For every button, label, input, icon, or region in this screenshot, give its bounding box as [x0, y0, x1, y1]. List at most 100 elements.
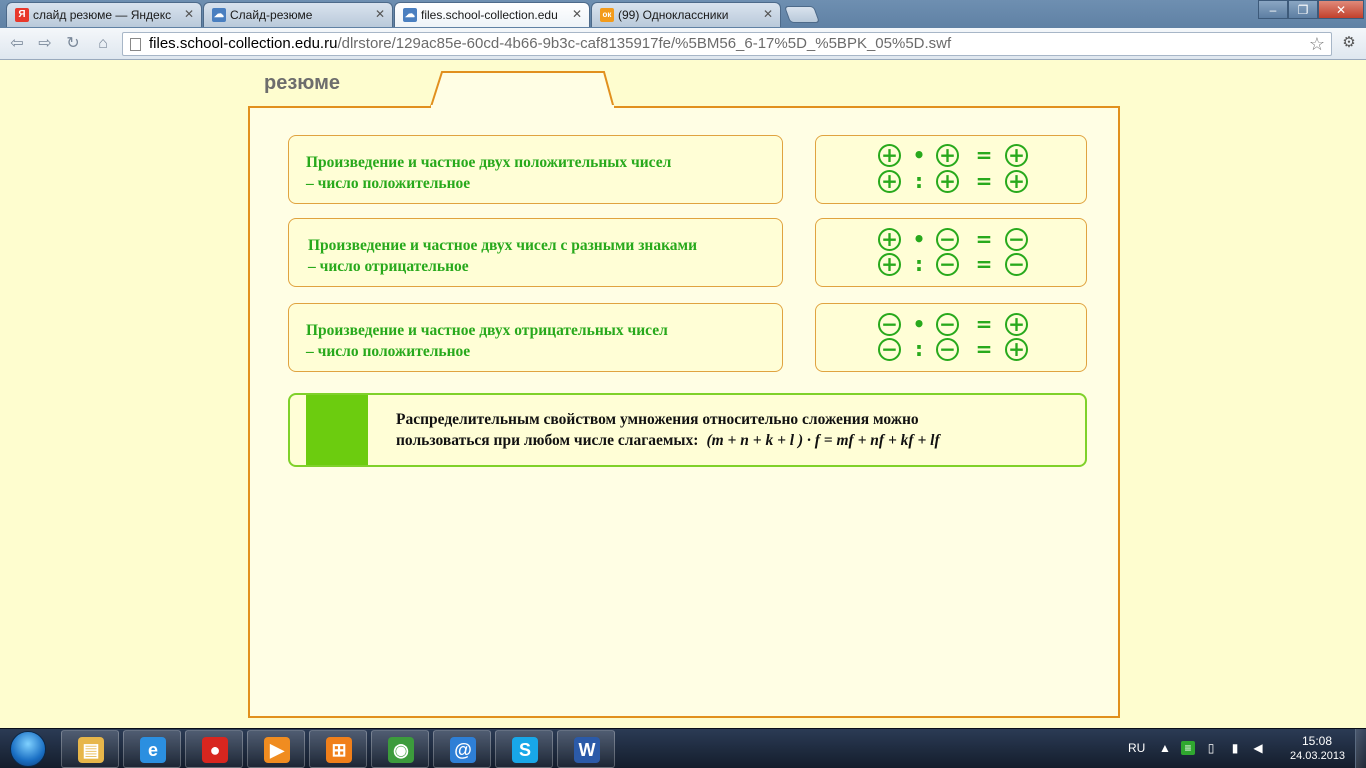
tab-close-icon[interactable]: ✕	[763, 7, 773, 21]
minus-circle-icon: −	[1005, 228, 1028, 251]
media-player-icon: ▶	[264, 737, 290, 763]
distributive-line2-text: пользоваться при любом числе слагаемых:	[396, 432, 699, 449]
minus-circle-icon: −	[936, 338, 959, 361]
language-indicator[interactable]: RU	[1128, 741, 1145, 755]
start-button[interactable]	[4, 731, 52, 767]
green-marker-bar	[306, 395, 368, 465]
multiply-operator: •	[912, 227, 926, 251]
wrench-icon[interactable]: ⚙	[1338, 32, 1360, 54]
plus-circle-icon: +	[878, 144, 901, 167]
rule-box-different-signs: Произведение и частное двух чисел с разн…	[288, 218, 783, 287]
distributive-property-box: Распределительным свойством умножения от…	[288, 393, 1087, 467]
system-clock[interactable]: 15:08 24.03.2013	[1290, 734, 1346, 764]
mail-agent-icon: @	[450, 737, 476, 763]
plus-circle-icon: +	[878, 228, 901, 251]
minus-circle-icon: −	[878, 313, 901, 336]
divide-operator: :	[915, 252, 923, 276]
minus-circle-icon: −	[936, 228, 959, 251]
tab-title: слайд резюме — Яндекс	[33, 8, 172, 22]
taskbar-internet-explorer-button[interactable]: e	[123, 730, 181, 768]
show-hidden-icons-icon[interactable]: ▲	[1158, 741, 1172, 755]
reload-icon[interactable]: ↻	[62, 33, 84, 55]
distributive-formula: (m + n + k + l ) · f = mf + nf + kf + lf	[706, 432, 940, 449]
taskbar-explorer-button[interactable]: ▤	[61, 730, 119, 768]
tab-odnoklassniki[interactable]: ок (99) Одноклассники ✕	[591, 2, 781, 27]
new-tab-button[interactable]	[783, 6, 821, 23]
tab-yandex[interactable]: Я слайд резюме — Яндекс ✕	[6, 2, 202, 27]
word-icon: W	[574, 737, 600, 763]
taskbar-app-red-ball-button[interactable]: ●	[185, 730, 243, 768]
tab-strip: Я слайд резюме — Яндекс ✕ ☁ Слайд-резюме…	[0, 0, 1366, 28]
volume-icon[interactable]: ◀	[1251, 741, 1265, 755]
address-bar[interactable]: files.school-collection.edu.ru/dlrstore/…	[122, 32, 1332, 56]
distributive-line1: Распределительным свойством умножения от…	[396, 411, 919, 428]
home-icon[interactable]: ⌂	[92, 33, 114, 55]
slide-title: резюме	[264, 72, 341, 94]
internet-explorer-icon: e	[140, 737, 166, 763]
taskbar-word-button[interactable]: W	[557, 730, 615, 768]
tab-close-icon[interactable]: ✕	[184, 7, 194, 21]
plus-circle-icon: +	[936, 170, 959, 193]
taskbar-skype-button[interactable]: S	[495, 730, 553, 768]
tab-title: Слайд-резюме	[230, 8, 313, 22]
minus-circle-icon: −	[936, 253, 959, 276]
page-icon	[130, 38, 141, 51]
plus-circle-icon: +	[1005, 144, 1028, 167]
tab-close-icon[interactable]: ✕	[572, 7, 582, 21]
equals-operator: =	[975, 143, 993, 167]
tab-school-collection[interactable]: ☁ files.school-collection.edu ✕	[394, 2, 590, 27]
clock-date: 24.03.2013	[1290, 750, 1346, 762]
odnoklassniki-icon: ок	[600, 8, 614, 22]
chrome-icon: ◉	[388, 737, 414, 763]
taskbar-mail-agent-button[interactable]: @	[433, 730, 491, 768]
rule-box-positive-positive: Произведение и частное двух положительны…	[288, 135, 783, 204]
sign-row-multiply: + • + = +	[816, 144, 1086, 168]
sign-row-divide: + : + = +	[816, 170, 1086, 194]
sign-row-multiply: − • − = +	[816, 313, 1086, 337]
distributive-text: Распределительным свойством умножения от…	[396, 409, 940, 451]
forward-arrow-icon[interactable]: ⇨	[34, 33, 56, 55]
app-red-ball-icon: ●	[202, 737, 228, 763]
tab-close-icon[interactable]: ✕	[375, 7, 385, 21]
sign-box-positive-positive: + • + = + + : + = +	[815, 135, 1087, 204]
minus-circle-icon: −	[878, 338, 901, 361]
tray-app-icon[interactable]: ≡	[1181, 741, 1195, 755]
rule-text-line2: – число отрицательное	[308, 258, 469, 275]
windows-logo-icon	[10, 731, 46, 767]
rule-text-line1: Произведение и частное двух положительны…	[306, 154, 672, 171]
clock-time: 15:08	[1301, 734, 1333, 748]
taskbar-chrome-button[interactable]: ◉	[371, 730, 429, 768]
cloud-icon: ☁	[212, 8, 226, 22]
equals-operator: =	[975, 312, 993, 336]
close-button[interactable]: ✕	[1318, 0, 1364, 19]
distributive-line2: пользоваться при любом числе слагаемых: (…	[396, 430, 940, 451]
tab-slide-resume[interactable]: ☁ Слайд-резюме ✕	[203, 2, 393, 27]
windows-taskbar: ▤ e ● ▶ ⊞ ◉ @ S W RU ▲ ≡ ▯ ▮ ◀ 15:08 24.03.2013	[0, 728, 1366, 768]
tab-title: files.school-collection.edu	[421, 8, 558, 22]
equals-operator: =	[975, 252, 993, 276]
restore-button[interactable]: ❐	[1288, 0, 1318, 19]
minus-circle-icon: −	[936, 313, 959, 336]
taskbar-app-orange-button[interactable]: ⊞	[309, 730, 367, 768]
multiply-operator: •	[912, 312, 926, 336]
divide-operator: :	[915, 337, 923, 361]
sign-box-negative-negative: − • − = + − : − = +	[815, 303, 1087, 372]
minimize-button[interactable]: –	[1258, 0, 1288, 19]
show-desktop-button[interactable]	[1355, 729, 1366, 768]
plus-circle-icon: +	[878, 170, 901, 193]
skype-icon: S	[512, 737, 538, 763]
bookmark-star-icon[interactable]: ☆	[1309, 33, 1325, 55]
back-arrow-icon[interactable]: ⇦	[6, 33, 28, 55]
cloud-icon: ☁	[403, 8, 417, 22]
plus-circle-icon: +	[936, 144, 959, 167]
equals-operator: =	[975, 169, 993, 193]
slide-area: резюме Произведение и частное двух полож…	[0, 60, 1366, 728]
sign-box-different-signs: + • − = − + : − = −	[815, 218, 1087, 287]
safely-remove-icon[interactable]: ▯	[1204, 741, 1218, 755]
rule-text-line2: – число положительное	[306, 343, 471, 360]
yandex-icon: Я	[15, 8, 29, 22]
network-signal-icon[interactable]: ▮	[1228, 741, 1242, 755]
browser-toolbar: ⇦ ⇨ ↻ ⌂ files.school-collection.edu.ru/d…	[0, 28, 1366, 60]
folder-tab-joint	[431, 105, 614, 109]
taskbar-media-player-button[interactable]: ▶	[247, 730, 305, 768]
